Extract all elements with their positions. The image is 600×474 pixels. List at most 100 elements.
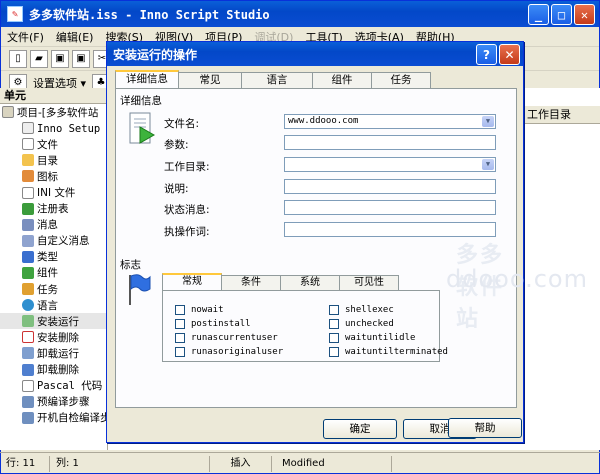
dialog-tabs: 详细信息 常见 语言 组件 任务 (115, 70, 431, 88)
subtab-general[interactable]: 常规 (162, 273, 222, 290)
workdir-label: 工作目录: (164, 161, 210, 173)
tree-node[interactable]: 自定义消息 (0, 233, 107, 249)
tree-node[interactable]: Inno Setup 脚 (0, 120, 107, 136)
tree-node[interactable]: INI 文件 (0, 184, 107, 200)
status-message-input[interactable] (284, 200, 496, 215)
details-panel: 多多软件站 ddooo.com 详细信息 文件名: www.ddooo.com ▼… (115, 88, 587, 408)
tree-node[interactable]: 开机自检编译步 (0, 410, 107, 426)
title-bar: ✎ 多多软件站.iss - Inno Script Studio _ □ ✕ (1, 1, 599, 27)
tree-node[interactable]: 语言 (0, 297, 107, 313)
status-row: 行: 11 (0, 455, 50, 472)
chevron-down-icon[interactable]: ▼ (482, 116, 494, 127)
flags-panel: nowait postinstall runascurrentuser runa… (162, 290, 448, 362)
flag-icon (129, 274, 151, 305)
project-tree: 项目-[多多软件站 Inno Setup 脚 文件 目录 图标 INI 文件 注… (0, 104, 108, 450)
tab-common[interactable]: 常见 (178, 72, 242, 88)
section-details: 详细信息 (120, 95, 162, 107)
flag-waituntilterminated[interactable]: waituntilterminated (329, 347, 448, 357)
run-action-dialog: 安装运行的操作 ? ✕ 详细信息 常见 语言 组件 任务 多多软件站 ddooo… (106, 41, 587, 443)
project-icon (2, 106, 14, 119)
tree-node[interactable]: Pascal 代码 (0, 378, 107, 394)
close-button[interactable]: ✕ (574, 4, 595, 25)
dialog-title-bar: 安装运行的操作 ? ✕ (107, 42, 523, 66)
flag-nowait[interactable]: nowait (175, 305, 224, 315)
tree-node[interactable]: 卸载运行 (0, 345, 107, 361)
dialog-close-button[interactable]: ✕ (499, 44, 520, 65)
checkbox[interactable] (329, 333, 339, 343)
open-icon[interactable]: ▰ (30, 49, 48, 68)
status-col: 列: 1 (50, 455, 210, 472)
subtab-system[interactable]: 系统 (280, 275, 340, 290)
tab-language[interactable]: 语言 (241, 72, 313, 88)
tree-node[interactable]: 图标 (0, 168, 107, 184)
flag-runascurrentuser[interactable]: runascurrentuser (175, 333, 278, 343)
subtab-conditions[interactable]: 条件 (221, 275, 281, 290)
file-icon (22, 138, 34, 151)
flag-postinstall[interactable]: postinstall (175, 319, 251, 329)
globe-icon (22, 299, 34, 312)
params-label: 参数: (164, 139, 189, 151)
help-icon[interactable]: ? (476, 44, 497, 65)
description-input[interactable] (284, 179, 496, 194)
section-flags: 标志 (120, 259, 141, 271)
script-icon (22, 122, 34, 135)
tree-node[interactable]: 预编译步骤 (0, 394, 107, 410)
save-all-icon[interactable]: ▣ (72, 49, 90, 68)
checkbox[interactable] (175, 319, 185, 329)
checkbox[interactable] (329, 305, 339, 315)
tree-node[interactable]: 文件 (0, 136, 107, 152)
description-label: 说明: (164, 183, 189, 195)
workdir-combobox[interactable]: ▼ (284, 157, 496, 172)
tree-node[interactable]: 项目-[多多软件站 (0, 104, 107, 120)
tree-node[interactable]: 任务 (0, 281, 107, 297)
flag-waituntilidle[interactable]: waituntilidle (329, 333, 415, 343)
tree-node[interactable]: 消息 (0, 217, 107, 233)
tree-node[interactable]: 安装删除 (0, 329, 107, 345)
new-file-icon[interactable]: ▯ (9, 49, 27, 68)
uninstall-delete-icon (22, 363, 34, 376)
ini-icon (22, 186, 34, 199)
maximize-button[interactable]: □ (551, 4, 572, 25)
flag-unchecked[interactable]: unchecked (329, 319, 394, 329)
minimize-button[interactable]: _ (528, 4, 549, 25)
filename-combobox[interactable]: www.ddooo.com ▼ (284, 114, 496, 129)
save-icon[interactable]: ▣ (51, 49, 69, 68)
menu-edit[interactable]: 编辑(E) (56, 29, 94, 45)
column-header[interactable]: 工作目录 (522, 106, 600, 124)
checkbox[interactable] (175, 305, 185, 315)
tree-node[interactable]: 卸载删除 (0, 362, 107, 378)
status-message-label: 状态消息: (164, 204, 210, 216)
run-icon (22, 315, 34, 328)
checkbox[interactable] (175, 333, 185, 343)
checkbox[interactable] (329, 319, 339, 329)
flag-runasoriginaluser[interactable]: runasoriginaluser (175, 347, 283, 357)
subtab-visibility[interactable]: 可见性 (339, 275, 399, 290)
ok-button[interactable]: 确定 (323, 419, 397, 439)
icons-icon (22, 170, 34, 183)
watermark-en: ddooo.com (446, 265, 588, 293)
verb-input[interactable] (284, 222, 496, 237)
precompile-icon (22, 395, 34, 408)
tree-node-selected[interactable]: 安装运行 (0, 313, 107, 330)
menu-file[interactable]: 文件(F) (7, 29, 44, 45)
checkbox[interactable] (175, 347, 185, 357)
status-bar: 行: 11 列: 1 插入 Modified (0, 452, 600, 474)
tree-node[interactable]: 类型 (0, 249, 107, 265)
status-modified: Modified (272, 455, 392, 472)
messages-icon (22, 218, 34, 231)
params-input[interactable] (284, 135, 496, 150)
tab-tasks[interactable]: 任务 (371, 72, 431, 88)
flag-shellexec[interactable]: shellexec (329, 305, 394, 315)
panel-title: 单元 (0, 88, 108, 104)
tree-node[interactable]: 目录 (0, 152, 107, 168)
chevron-down-icon[interactable]: ▼ (482, 159, 494, 170)
checkbox[interactable] (329, 347, 339, 357)
types-icon (22, 250, 34, 263)
help-button[interactable]: 帮助 (448, 418, 522, 438)
tab-components[interactable]: 组件 (312, 72, 372, 88)
uninstall-run-icon (22, 347, 34, 360)
tree-node[interactable]: 组件 (0, 265, 107, 281)
tree-node[interactable]: 注册表 (0, 201, 107, 217)
tab-details[interactable]: 详细信息 (115, 70, 179, 88)
tasks-icon (22, 283, 34, 296)
